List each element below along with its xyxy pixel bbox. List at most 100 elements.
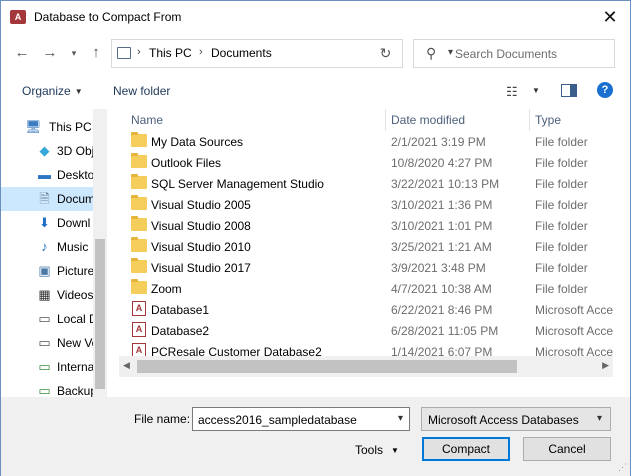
picture-icon: ▣ — [38, 263, 51, 278]
breadcrumb-this-pc[interactable]: This PC — [149, 46, 192, 60]
sidebar-item-label: Docum — [57, 192, 96, 206]
folder-icon — [131, 195, 147, 210]
folder-icon — [131, 216, 147, 231]
sidebar-item-pictures[interactable]: ▣ Picture — [1, 259, 94, 283]
window-title: Database to Compact From — [34, 10, 182, 24]
file-type-filter-select[interactable]: Microsoft Access Databases ▾ — [421, 407, 611, 431]
navigation-pane: 🖥 This PC ◆ 3D Obj ▬ Deskto 🗎 Docum ⬇ Do… — [1, 109, 107, 397]
music-icon: ♪ — [41, 239, 48, 254]
file-date-modified: 3/10/2021 1:36 PM — [391, 198, 493, 212]
file-type: File folder — [535, 177, 588, 191]
sidebar-item-this-pc[interactable]: 🖥 This PC — [1, 115, 93, 139]
file-row[interactable]: Outlook Files 10/8/2020 4:27 PM File folde… — [123, 152, 613, 173]
new-folder-button[interactable]: New folder — [113, 84, 170, 98]
folder-icon — [131, 258, 147, 273]
file-name: Visual Studio 2010 — [151, 240, 251, 254]
file-name-combobox[interactable]: access2016_sampledatabase ▾ — [192, 407, 410, 431]
file-list-vertical-scrollbar[interactable] — [613, 109, 630, 377]
column-divider[interactable] — [529, 109, 530, 131]
preview-pane-icon[interactable] — [561, 84, 577, 97]
folder-icon — [131, 153, 147, 168]
up-button[interactable]: ↑ — [87, 44, 105, 62]
arrow-up-icon: ↑ — [92, 44, 100, 61]
file-row[interactable]: Visual Studio 2008 3/10/2021 1:01 PM File … — [123, 215, 613, 236]
file-name: Visual Studio 2008 — [151, 219, 251, 233]
sidebar-item-new-volume[interactable]: ▭ New Vo — [1, 331, 98, 355]
sidebar-item-local-disk[interactable]: ▭ Local D — [1, 307, 97, 331]
file-row[interactable]: My Data Sources 2/1/2021 3:19 PM File fold… — [123, 131, 613, 152]
search-input[interactable]: ⚲ Search Documents — [413, 39, 615, 68]
tools-menu-button[interactable]: Tools ▼ — [355, 443, 399, 457]
sidebar-item-videos[interactable]: ▦ Videos — [1, 283, 93, 307]
scrollbar-thumb[interactable] — [137, 360, 517, 373]
sidebar-item-documents[interactable]: 🗎 Docum — [1, 187, 96, 211]
file-row[interactable]: A Database2 6/28/2021 11:05 PM Microsoft Ac… — [123, 320, 613, 341]
file-type: Microsoft Acce — [535, 324, 613, 338]
file-name-value[interactable]: access2016_sampledatabase — [198, 413, 357, 427]
file-list-horizontal-scrollbar[interactable]: ◀ ▶ — [119, 356, 613, 377]
file-row[interactable]: Visual Studio 2017 3/9/2021 3:48 PM File f… — [123, 257, 613, 278]
compact-button[interactable]: Compact — [422, 437, 510, 461]
file-row[interactable]: A Database1 6/22/2021 8:46 PM Microsoft Acc… — [123, 299, 613, 320]
column-header-type[interactable]: Type — [535, 113, 561, 127]
refresh-button[interactable]: ↻ — [369, 39, 403, 68]
cube-icon: ◆ — [39, 143, 50, 158]
file-type: File folder — [535, 261, 588, 275]
sidebar-item-3d-objects[interactable]: ◆ 3D Obj — [1, 139, 95, 163]
file-row[interactable]: Visual Studio 2010 3/25/2021 1:21 AM File … — [123, 236, 613, 257]
navigation-row: ← → ▾ ↑ › This PC › Documents ▾ ↻ ⚲ Sear… — [1, 33, 630, 75]
file-name: Outlook Files — [151, 156, 222, 170]
file-type: File folder — [535, 219, 588, 233]
sidebar-item-music[interactable]: ♪ Music — [1, 235, 93, 259]
column-header-name[interactable]: Name — [131, 113, 163, 127]
chevron-down-icon[interactable]: ▾ — [398, 413, 403, 424]
scroll-right-icon[interactable]: ▶ — [602, 360, 609, 371]
address-bar[interactable]: › This PC › Documents ▾ — [111, 39, 453, 68]
access-database-icon: A — [132, 322, 146, 337]
drive-icon: ▭ — [38, 335, 51, 350]
sidebar-item-internal-drive[interactable]: ▭ Interna — [1, 355, 95, 379]
help-icon[interactable]: ? — [597, 82, 613, 98]
resize-grip-icon[interactable]: ⋰ — [618, 462, 627, 473]
search-placeholder: Search Documents — [455, 47, 558, 61]
arrow-right-icon: → — [42, 44, 58, 61]
file-row[interactable]: SQL Server Management Studio 3/22/2021 10… — [123, 173, 613, 194]
folder-icon — [131, 279, 147, 294]
file-date-modified: 3/25/2021 1:21 AM — [391, 240, 492, 254]
file-type: File folder — [535, 156, 588, 170]
download-icon: ⬇ — [39, 215, 50, 230]
access-database-icon: A — [132, 301, 146, 316]
chevron-down-icon[interactable]: ▼ — [532, 86, 540, 95]
scrollbar-thumb[interactable] — [95, 239, 105, 389]
file-name: My Data Sources — [151, 135, 244, 149]
sidebar-item-desktop[interactable]: ▬ Deskto — [1, 163, 94, 187]
column-divider[interactable] — [385, 109, 386, 131]
column-header-date[interactable]: Date modified — [391, 113, 465, 127]
computer-icon: 🖥 — [25, 119, 42, 134]
file-date-modified: 6/22/2021 8:46 PM — [391, 303, 493, 317]
view-options-icon[interactable]: ☷ — [506, 84, 518, 100]
scroll-left-icon[interactable]: ◀ — [123, 360, 130, 371]
sidebar-item-backup[interactable]: ▭ Backup — [1, 379, 97, 397]
back-button[interactable]: ← — [13, 44, 31, 62]
file-date-modified: 2/1/2021 3:19 PM — [391, 135, 486, 149]
breadcrumb-documents[interactable]: Documents — [211, 46, 272, 60]
file-row[interactable]: Zoom 4/7/2021 10:38 AM File folder — [123, 278, 613, 299]
sidebar-item-label: Interna — [57, 360, 95, 374]
file-name: Database1 — [151, 303, 210, 317]
file-row[interactable]: Visual Studio 2005 3/10/2021 1:36 PM File … — [123, 194, 613, 215]
organize-button[interactable]: Organize ▼ — [22, 84, 83, 98]
sidebar-item-downloads[interactable]: ⬇ Downl — [1, 211, 93, 235]
access-app-icon: A — [10, 10, 26, 24]
forward-button[interactable]: → — [41, 44, 59, 62]
footer-panel: File name: access2016_sampledatabase ▾ M… — [1, 397, 630, 476]
sidebar-item-label: Music — [57, 240, 89, 254]
cancel-button[interactable]: Cancel — [523, 437, 611, 461]
file-name: Zoom — [151, 282, 182, 296]
breadcrumb-separator-icon: › — [137, 46, 141, 58]
recent-locations-button[interactable]: ▾ — [65, 44, 83, 62]
file-name: Visual Studio 2005 — [151, 198, 251, 212]
video-icon: ▦ — [38, 287, 51, 302]
sidebar-scrollbar[interactable] — [93, 109, 107, 397]
close-button[interactable]: ✕ — [596, 5, 624, 29]
